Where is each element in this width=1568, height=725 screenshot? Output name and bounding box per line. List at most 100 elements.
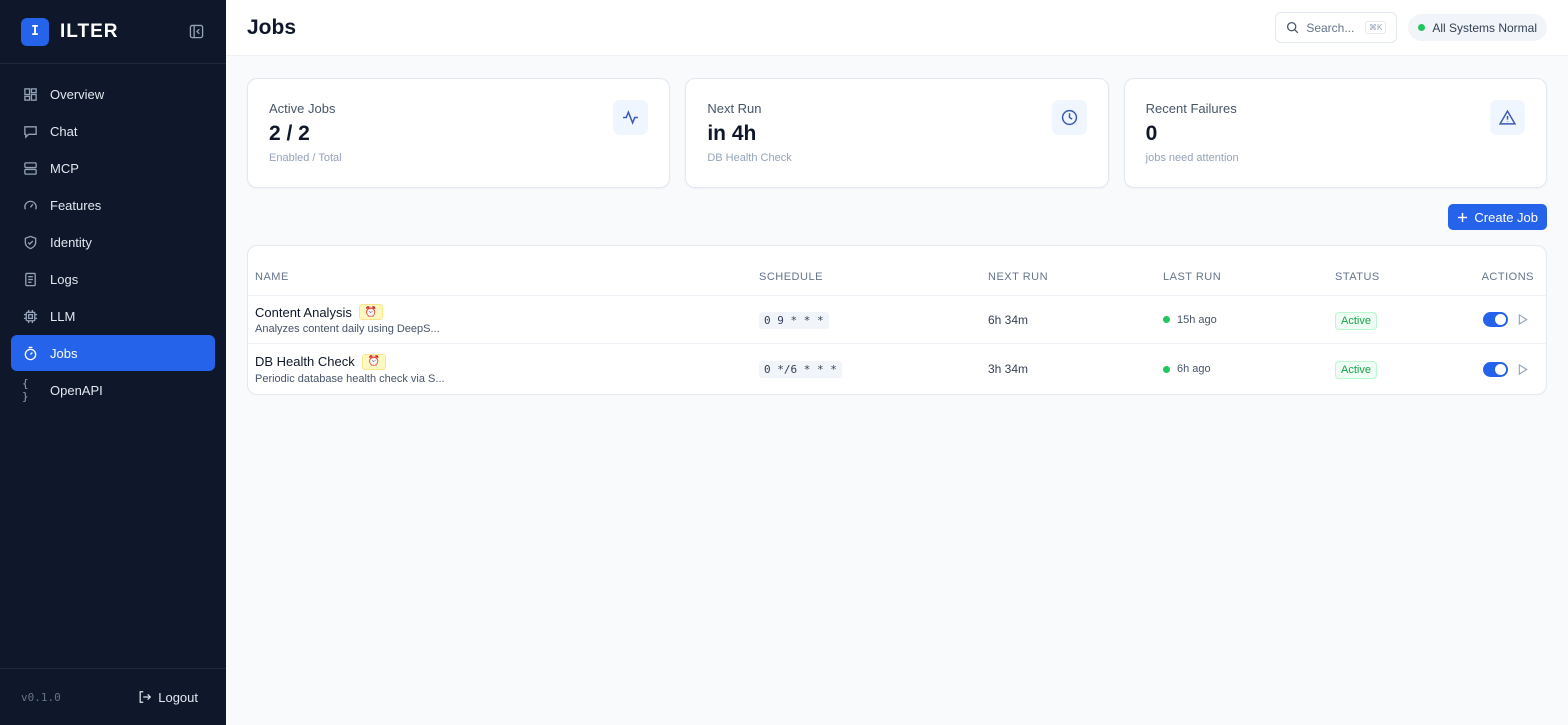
alarm-clock-icon: ⏰: [361, 353, 386, 370]
table-header: NAME SCHEDULE NEXT RUN LAST RUN STATUS A…: [248, 246, 1546, 296]
sidebar-footer: v0.1.0 Logout: [0, 668, 226, 725]
search-icon: [1287, 21, 1299, 34]
search-shortcut: ⌘K: [1364, 21, 1387, 34]
stat-label: Next Run: [707, 101, 762, 116]
schedule-cell: 0 */6 * * *: [759, 360, 988, 378]
content: Active Jobs 2 / 2 Enabled / Total Next R…: [226, 56, 1568, 417]
column-header-actions: ACTIONS: [1481, 270, 1534, 283]
run-now-icon[interactable]: [1517, 363, 1528, 375]
logout-icon: [139, 691, 152, 703]
column-header-name[interactable]: NAME: [255, 271, 759, 283]
status-badge: Active: [1335, 311, 1377, 330]
logout-button[interactable]: Logout: [138, 690, 198, 705]
job-name: DB Health Check: [255, 354, 355, 369]
sidebar-item-mcp[interactable]: MCP: [11, 150, 215, 186]
sidebar-item-overview[interactable]: Overview: [11, 76, 215, 112]
clock-icon: [1051, 100, 1087, 135]
run-now-icon[interactable]: [1517, 314, 1528, 326]
server-icon: [22, 160, 38, 176]
job-name-cell: DB Health Check ⏰ Periodic database heal…: [255, 353, 759, 385]
main-area: Jobs Search... ⌘K All Systems Normal Act…: [226, 0, 1568, 725]
table-body: Content Analysis ⏰ Analyzes content dail…: [248, 296, 1546, 394]
shield-icon: [22, 234, 38, 250]
sidebar-item-label: Chat: [50, 123, 78, 139]
brand-logo: I: [21, 17, 49, 46]
job-title: Content Analysis ⏰: [255, 304, 759, 320]
collapse-sidebar-icon[interactable]: [187, 23, 205, 41]
column-header-last-run[interactable]: LAST RUN: [1163, 271, 1335, 283]
create-job-label: Create Job: [1474, 209, 1538, 225]
next-run-cell: 6h 34m: [988, 312, 1029, 327]
sidebar-nav: Overview Chat MCP Features Identity Logs…: [0, 64, 226, 668]
stat-sub: Enabled / Total: [269, 152, 342, 164]
sidebar-item-identity[interactable]: Identity: [11, 224, 215, 260]
status-cell: Active: [1335, 360, 1475, 379]
enable-toggle[interactable]: [1483, 361, 1508, 377]
version-label: v0.1.0: [21, 690, 61, 704]
sidebar: I ILTER Overview Chat MCP Features Ident…: [0, 0, 226, 725]
actions-row: Create Job: [247, 204, 1547, 230]
stat-card-next-run: Next Run in 4h DB Health Check: [685, 78, 1109, 188]
stat-value: 0: [1145, 122, 1158, 145]
enable-toggle[interactable]: [1483, 312, 1508, 327]
sidebar-item-label: OpenAPI: [50, 382, 103, 398]
table-row[interactable]: DB Health Check ⏰ Periodic database heal…: [248, 344, 1546, 394]
status-cell: Active: [1335, 311, 1475, 330]
stat-value: 2 / 2: [269, 122, 310, 145]
create-job-button[interactable]: Create Job: [1448, 204, 1547, 230]
stat-cards: Active Jobs 2 / 2 Enabled / Total Next R…: [247, 78, 1547, 188]
column-header-status[interactable]: STATUS: [1335, 271, 1475, 283]
job-description: Analyzes content daily using DeepS...: [255, 323, 440, 335]
stat-card-active-jobs: Active Jobs 2 / 2 Enabled / Total: [247, 78, 671, 188]
sidebar-item-openapi[interactable]: { } OpenAPI: [11, 372, 215, 408]
cron-expression: 0 */6 * * *: [759, 361, 842, 378]
brand: I ILTER: [0, 0, 226, 64]
system-status-text: All Systems Normal: [1432, 20, 1537, 35]
status-dot: [1418, 24, 1426, 31]
next-run-cell: 3h 34m: [988, 362, 1029, 376]
logout-label: Logout: [158, 689, 198, 705]
search-input[interactable]: Search... ⌘K: [1275, 12, 1398, 43]
cron-expression: 0 9 * * *: [759, 311, 829, 329]
column-header-schedule[interactable]: SCHEDULE: [759, 271, 988, 283]
sidebar-item-jobs[interactable]: Jobs: [11, 335, 215, 371]
alarm-clock-icon: ⏰: [358, 304, 383, 320]
sidebar-item-llm[interactable]: LLM: [11, 298, 215, 334]
chat-icon: [22, 123, 38, 139]
grid-icon: [22, 86, 38, 102]
job-name: Content Analysis: [255, 304, 352, 320]
sidebar-item-chat[interactable]: Chat: [11, 113, 215, 149]
job-title: DB Health Check ⏰: [255, 353, 759, 370]
last-run-text: 6h ago: [1177, 363, 1211, 375]
column-header-next-run[interactable]: NEXT RUN: [988, 271, 1163, 283]
gauge-icon: [22, 197, 38, 213]
stat-card-recent-failures: Recent Failures 0 jobs need attention: [1123, 78, 1547, 188]
stat-sub: DB Health Check: [707, 152, 792, 164]
stat-label: Active Jobs: [269, 101, 336, 116]
jobs-table: NAME SCHEDULE NEXT RUN LAST RUN STATUS A…: [247, 245, 1547, 395]
schedule-cell: 0 9 * * *: [759, 311, 988, 329]
chip-icon: [22, 308, 38, 324]
system-status-badge: All Systems Normal: [1408, 14, 1547, 41]
activity-icon: [613, 100, 649, 135]
stat-label: Recent Failures: [1145, 101, 1237, 116]
actions-cell: [1475, 361, 1539, 377]
table-row[interactable]: Content Analysis ⏰ Analyzes content dail…: [248, 296, 1546, 344]
success-dot: [1163, 316, 1170, 323]
sidebar-item-label: Jobs: [50, 345, 78, 361]
topbar: Jobs Search... ⌘K All Systems Normal: [226, 0, 1568, 56]
log-icon: [22, 271, 38, 287]
job-name-cell: Content Analysis ⏰ Analyzes content dail…: [255, 304, 759, 335]
sidebar-item-label: Logs: [50, 271, 79, 287]
stat-sub: jobs need attention: [1145, 152, 1239, 164]
last-run-text: 15h ago: [1177, 313, 1217, 326]
timer-icon: [22, 345, 38, 361]
braces-icon: { }: [22, 377, 29, 403]
page-title: Jobs: [247, 15, 297, 39]
sidebar-item-label: Identity: [50, 234, 92, 250]
sidebar-item-features[interactable]: Features: [11, 187, 215, 223]
actions-cell: [1475, 312, 1539, 327]
sidebar-item-logs[interactable]: Logs: [11, 261, 215, 297]
stat-value: in 4h: [707, 122, 757, 145]
sidebar-item-label: MCP: [50, 160, 79, 176]
